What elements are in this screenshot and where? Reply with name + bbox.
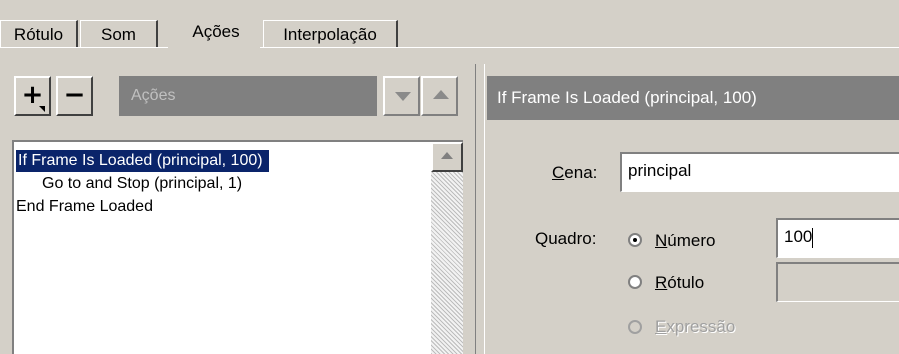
scroll-up-button[interactable] xyxy=(431,142,463,172)
text-caret xyxy=(812,227,814,248)
dropdown-indicator-icon xyxy=(39,106,45,112)
list-item-text: Go to and Stop (principal, 1) xyxy=(42,175,243,192)
actions-combo-label: Ações xyxy=(131,87,176,104)
add-action-button[interactable]: + xyxy=(14,76,51,116)
radio-numero[interactable] xyxy=(628,233,642,247)
frame-label-input[interactable] xyxy=(776,262,899,302)
radio-rotulo[interactable] xyxy=(628,275,642,289)
action-header: If Frame Is Loaded (principal, 100) xyxy=(487,76,899,120)
tab-label: Som xyxy=(101,25,136,44)
tab-acoes[interactable]: Ações xyxy=(172,12,260,48)
scene-input-value: principal xyxy=(628,161,692,180)
radio-rotulo-mnemonic: R xyxy=(655,273,668,292)
radio-numero-label[interactable]: Número xyxy=(655,230,715,252)
radio-rotulo-rest: ótulo xyxy=(667,273,705,292)
list-item[interactable]: If Frame Is Loaded (principal, 100) xyxy=(16,150,269,172)
frame-number-value: 100 xyxy=(784,227,813,246)
vertical-scrollbar[interactable] xyxy=(431,142,463,354)
active-tab-gap xyxy=(168,47,260,49)
radio-expressao-rest: xpressão xyxy=(666,317,736,336)
frame-label: Quadro: xyxy=(535,229,597,248)
radio-expressao-mnemonic: E xyxy=(655,317,667,336)
tab-rotulo[interactable]: Rótulo xyxy=(0,20,78,47)
list-item-text: If Frame Is Loaded (principal, 100) xyxy=(18,152,263,169)
move-up-button[interactable] xyxy=(421,76,458,116)
remove-icon: − xyxy=(63,80,86,110)
radio-expressao-label: Expressão xyxy=(655,316,735,338)
radio-numero-mnemonic: N xyxy=(655,231,668,250)
list-item[interactable]: End Frame Loaded xyxy=(16,196,153,218)
actions-combo: Ações xyxy=(119,76,377,116)
frame-number-input[interactable]: 100 xyxy=(776,218,899,258)
tab-bar: Rótulo Som Ações Interpolação xyxy=(0,0,899,49)
tab-label: Ações xyxy=(192,22,240,41)
radio-rotulo-label[interactable]: Rótulo xyxy=(655,272,704,294)
tab-interpolacao[interactable]: Interpolação xyxy=(263,20,398,47)
radio-expressao xyxy=(628,320,642,334)
list-item-text: End Frame Loaded xyxy=(16,198,153,215)
scene-label-mnemonic: C xyxy=(552,163,565,182)
tab-divider-line xyxy=(0,47,899,48)
tab-som[interactable]: Som xyxy=(80,20,158,47)
list-item[interactable]: Go to and Stop (principal, 1) xyxy=(42,173,242,195)
panel-splitter[interactable] xyxy=(475,64,485,354)
actions-toolbar: + − Ações xyxy=(14,76,462,120)
move-down-button[interactable] xyxy=(383,76,420,116)
move-up-icon xyxy=(433,90,449,99)
scene-label-rest: ena: xyxy=(564,163,598,182)
action-header-text: If Frame Is Loaded (principal, 100) xyxy=(497,88,757,107)
remove-action-button[interactable]: − xyxy=(56,76,93,116)
move-down-icon xyxy=(395,92,411,101)
actions-list[interactable]: If Frame Is Loaded (principal, 100) Go t… xyxy=(12,140,463,354)
tab-label: Interpolação xyxy=(283,25,377,44)
scene-label: Cena: xyxy=(552,162,597,184)
radio-numero-rest: úmero xyxy=(667,231,716,250)
scroll-up-icon xyxy=(441,152,453,159)
tab-label: Rótulo xyxy=(13,25,64,44)
scene-input[interactable]: principal xyxy=(620,152,899,192)
